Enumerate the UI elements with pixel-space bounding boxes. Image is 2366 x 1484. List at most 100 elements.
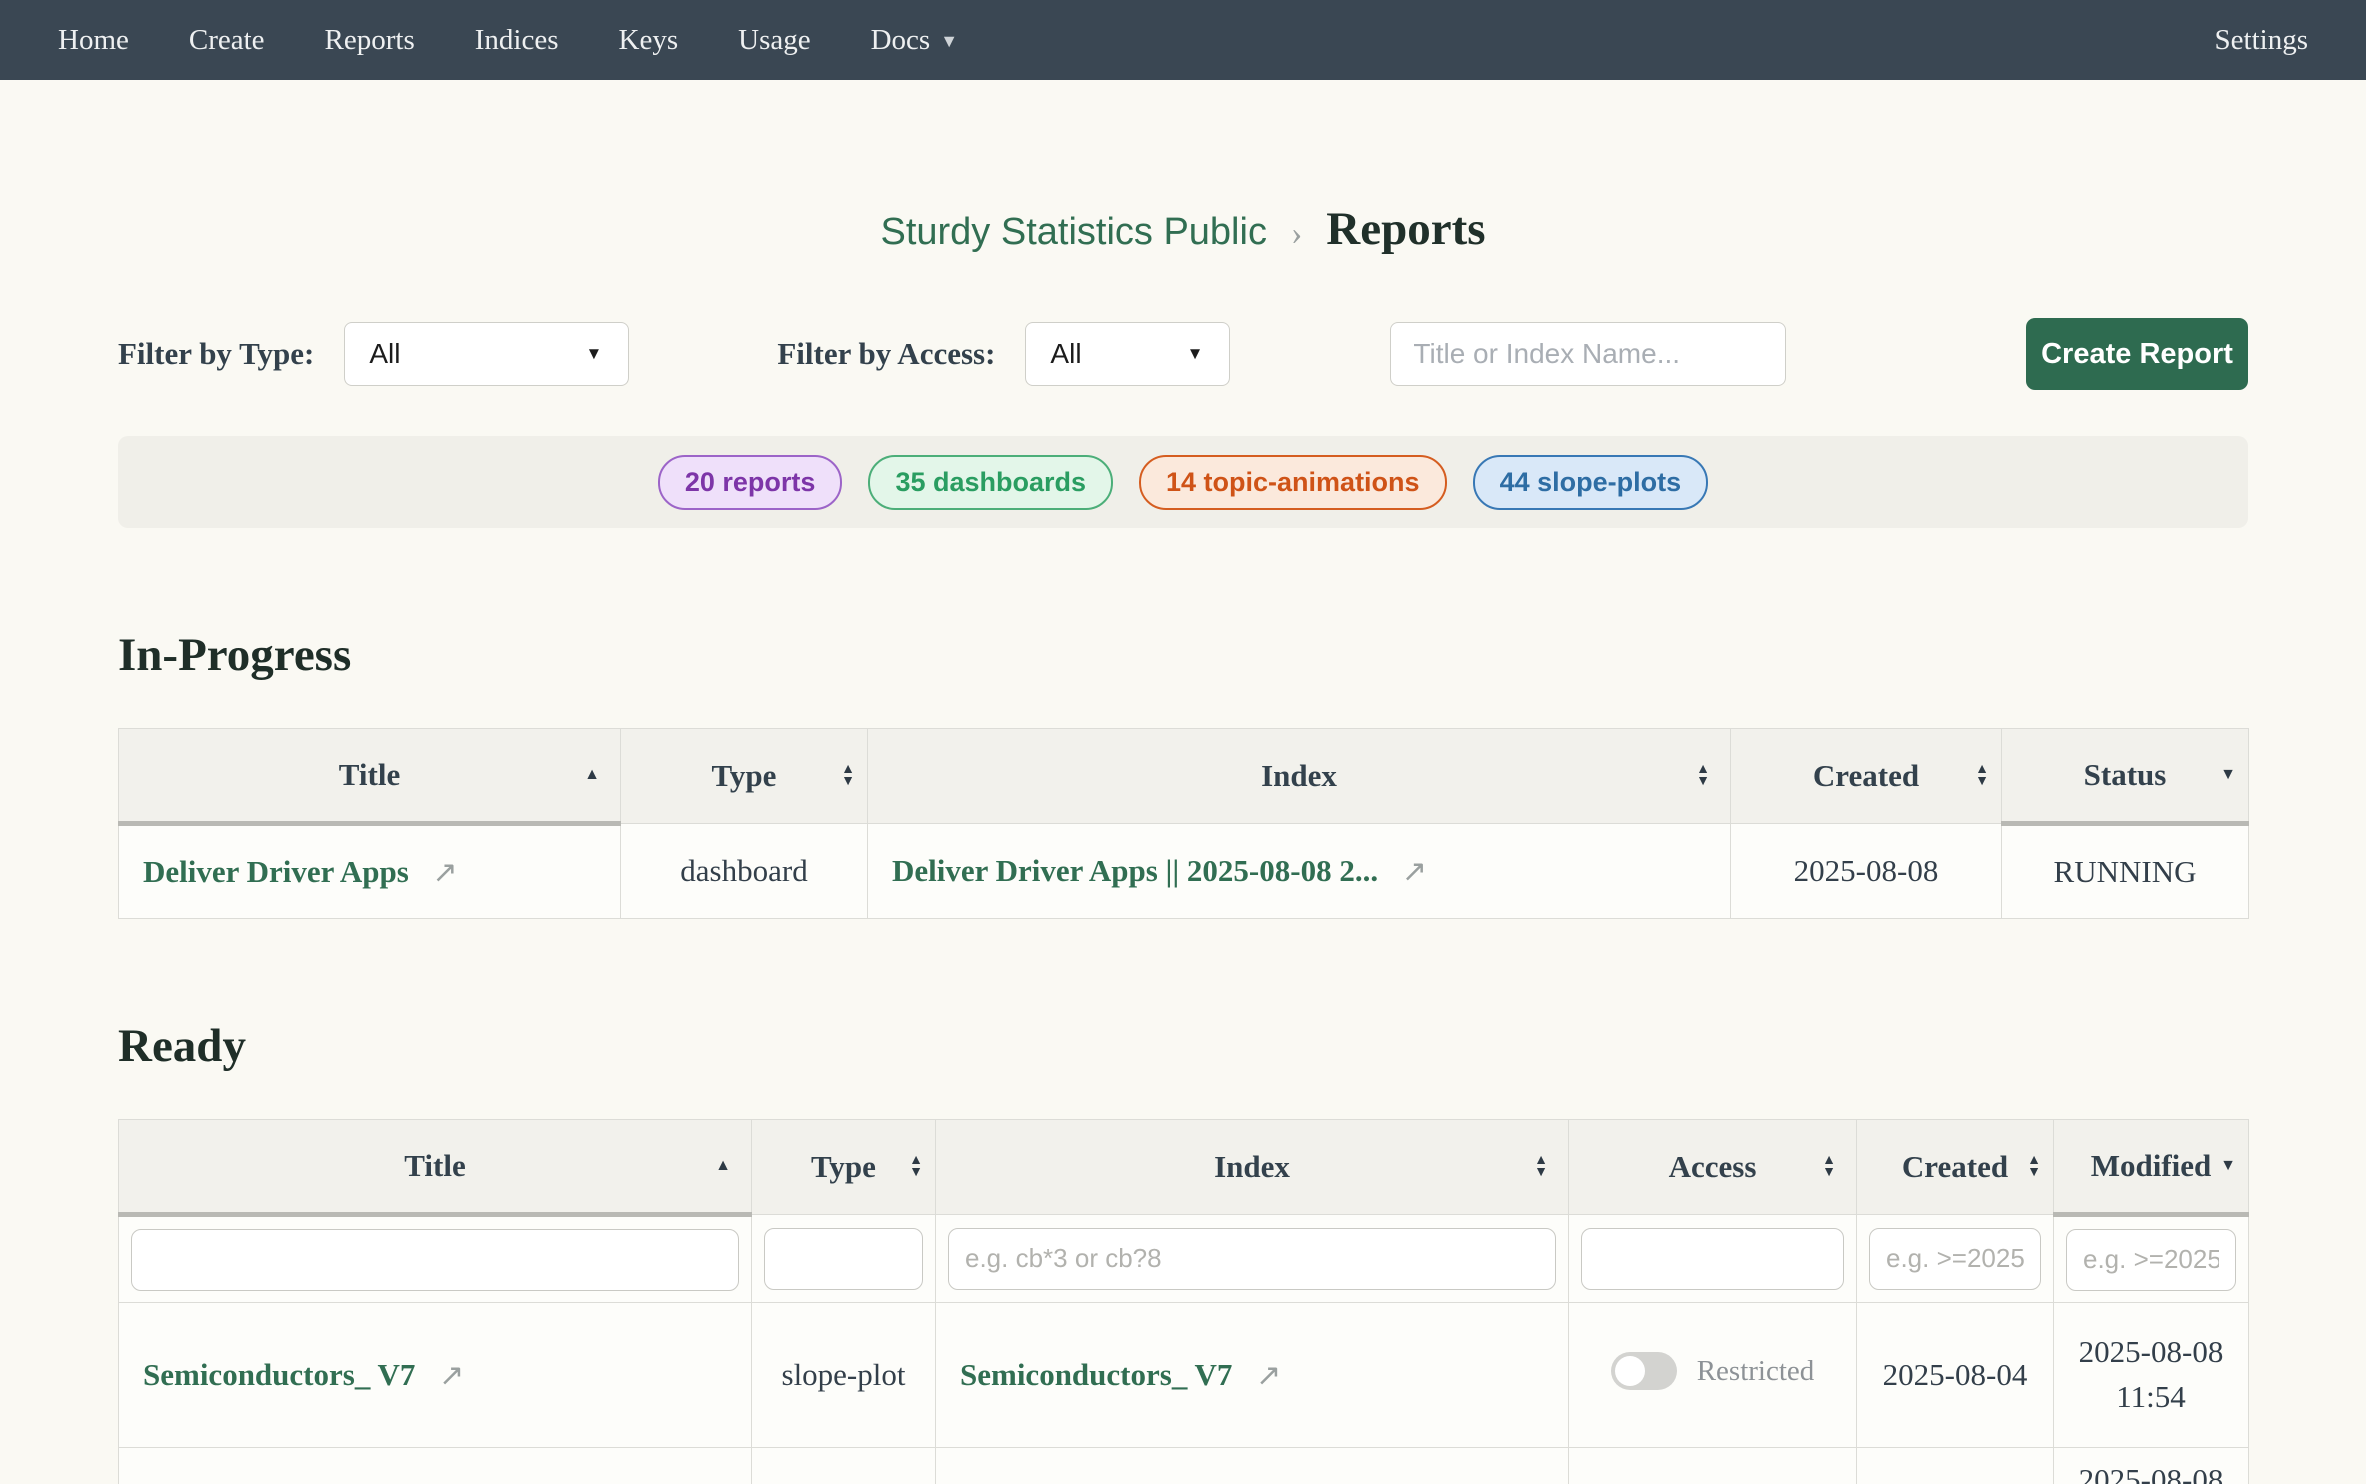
nav-links: Home Create Reports Indices Keys Usage D…: [58, 24, 958, 57]
breadcrumb: Sturdy Statistics Public › Reports: [118, 202, 2248, 256]
type-filter-select[interactable]: All ▼: [344, 322, 629, 386]
column-header-index-label: Index: [1261, 758, 1337, 793]
column-header-status[interactable]: Status ▼: [2002, 729, 2249, 824]
slope-plots-count-badge[interactable]: 44 slope-plots: [1473, 455, 1709, 510]
main-content: Sturdy Statistics Public › Reports Filte…: [0, 202, 2366, 1484]
column-header-index[interactable]: Index ▲▼: [868, 729, 1731, 824]
sort-desc-icon: ▼: [2220, 767, 2236, 783]
column-header-created-label: Created: [1813, 758, 1919, 793]
report-title-link[interactable]: Semiconductors_ V7: [143, 1357, 415, 1392]
chevron-down-icon: ▼: [940, 31, 958, 51]
column-filters-row: [119, 1215, 2249, 1303]
chevron-down-icon: ▼: [1187, 344, 1204, 364]
nav-item-usage[interactable]: Usage: [738, 24, 810, 57]
sort-both-icon: ▲▼: [841, 764, 855, 788]
search-input[interactable]: [1390, 322, 1786, 386]
status-cell: RUNNING: [2002, 824, 2249, 919]
modified-date-cell: 2025-08-08 11:54: [2054, 1303, 2249, 1448]
column-header-status-label: Status: [2084, 757, 2167, 792]
in-progress-heading: In-Progress: [118, 628, 2248, 682]
ready-table: Title ▲ Type ▲▼ Index ▲▼ Access ▲▼ Creat…: [118, 1119, 2249, 1484]
nav-item-keys[interactable]: Keys: [619, 24, 679, 57]
external-link-arrow-icon: ↗: [1402, 854, 1427, 889]
column-header-modified[interactable]: Modified ▼: [2054, 1120, 2249, 1215]
report-type-cell: dashboard: [621, 824, 868, 919]
reports-count-badge[interactable]: 20 reports: [658, 455, 843, 510]
table-row: Semiconductors_ V7 ↗ slope-plot Semicond…: [119, 1303, 2249, 1448]
sort-both-icon: ▲▼: [1696, 764, 1710, 788]
modified-date-cell: 2025-08-08: [2054, 1448, 2249, 1484]
type-filter-label: Filter by Type:: [118, 336, 314, 372]
nav-item-settings[interactable]: Settings: [2215, 24, 2308, 57]
in-progress-header-row: Title ▲ Type ▲▼ Index ▲▼ Created ▲▼ Stat…: [119, 729, 2249, 824]
sort-both-icon: ▲▼: [909, 1155, 923, 1179]
column-header-created-label: Created: [1902, 1149, 2008, 1184]
column-header-type[interactable]: Type ▲▼: [621, 729, 868, 824]
created-date-cell: 2025-08-08: [1731, 824, 2002, 919]
nav-item-indices[interactable]: Indices: [475, 24, 559, 57]
report-type-cell: [752, 1448, 936, 1484]
toggle-knob: [1615, 1356, 1645, 1386]
column-header-access-label: Access: [1669, 1149, 1757, 1184]
column-header-title-label: Title: [339, 757, 400, 792]
title-column-filter-input[interactable]: [131, 1229, 739, 1291]
nav-item-create[interactable]: Create: [189, 24, 265, 57]
nav-item-reports[interactable]: Reports: [325, 24, 415, 57]
page-title: Reports: [1326, 203, 1485, 255]
report-title-link[interactable]: Deliver Driver Apps: [143, 854, 409, 889]
access-cell: Restricted: [1611, 1352, 1815, 1390]
external-link-arrow-icon: ↗: [439, 1358, 464, 1393]
column-header-index[interactable]: Index ▲▼: [936, 1120, 1569, 1215]
breadcrumb-separator: ›: [1291, 215, 1302, 252]
sort-both-icon: ▲▼: [1822, 1155, 1836, 1179]
column-header-access[interactable]: Access ▲▼: [1569, 1120, 1857, 1215]
index-cell: [936, 1448, 1569, 1484]
column-header-created[interactable]: Created ▲▼: [1731, 729, 2002, 824]
index-link[interactable]: Deliver Driver Apps || 2025-08-08 2...: [892, 853, 1378, 888]
type-filter-value: All: [369, 338, 400, 370]
topic-animations-count-badge[interactable]: 14 topic-animations: [1139, 455, 1447, 510]
column-header-type-label: Type: [712, 758, 777, 793]
column-header-title-label: Title: [404, 1148, 465, 1183]
ready-header-row: Title ▲ Type ▲▼ Index ▲▼ Access ▲▼ Creat…: [119, 1120, 2249, 1215]
chevron-down-icon: ▼: [586, 344, 603, 364]
access-filter-label: Filter by Access:: [777, 336, 995, 372]
nav-docs-label: Docs: [871, 24, 931, 56]
create-report-button[interactable]: Create Report: [2026, 318, 2248, 390]
access-filter-select[interactable]: All ▼: [1025, 322, 1230, 386]
access-column-filter-input[interactable]: [1581, 1228, 1844, 1290]
index-column-filter-input[interactable]: [948, 1228, 1556, 1290]
table-row: 2025-08-08: [119, 1448, 2249, 1484]
nav-item-home[interactable]: Home: [58, 24, 129, 57]
type-column-filter-input[interactable]: [764, 1228, 923, 1290]
external-link-arrow-icon: ↗: [433, 855, 458, 890]
ready-heading: Ready: [118, 1019, 2248, 1073]
sort-desc-icon: ▼: [2220, 1158, 2236, 1174]
nav-item-docs[interactable]: Docs ▼: [871, 24, 958, 57]
created-date-cell: [1857, 1448, 2054, 1484]
created-column-filter-input[interactable]: [1869, 1228, 2041, 1290]
report-title-cell: [119, 1448, 752, 1484]
index-link[interactable]: Semiconductors_ V7: [960, 1357, 1232, 1392]
filters-row: Filter by Type: All ▼ Filter by Access: …: [118, 318, 2248, 390]
column-header-title[interactable]: Title ▲: [119, 729, 621, 824]
modified-column-filter-input[interactable]: [2066, 1229, 2236, 1291]
sort-asc-icon: ▲: [715, 1158, 731, 1174]
column-header-type-label: Type: [811, 1149, 876, 1184]
access-filter-value: All: [1050, 338, 1081, 370]
sort-asc-icon: ▲: [584, 767, 600, 783]
column-header-title[interactable]: Title ▲: [119, 1120, 752, 1215]
external-link-arrow-icon: ↗: [1256, 1358, 1281, 1393]
dashboards-count-badge[interactable]: 35 dashboards: [868, 455, 1113, 510]
column-header-type[interactable]: Type ▲▼: [752, 1120, 936, 1215]
created-date-cell: 2025-08-04: [1857, 1303, 2054, 1448]
access-cell: [1569, 1448, 1857, 1484]
sort-both-icon: ▲▼: [2027, 1155, 2041, 1179]
report-type-cell: slope-plot: [752, 1303, 936, 1448]
access-toggle[interactable]: [1611, 1352, 1677, 1390]
counts-badge-strip: 20 reports 35 dashboards 14 topic-animat…: [118, 436, 2248, 528]
column-header-created[interactable]: Created ▲▼: [1857, 1120, 2054, 1215]
top-navbar: Home Create Reports Indices Keys Usage D…: [0, 0, 2366, 80]
table-row: Deliver Driver Apps ↗ dashboard Deliver …: [119, 824, 2249, 919]
breadcrumb-parent-link[interactable]: Sturdy Statistics Public: [880, 211, 1266, 253]
